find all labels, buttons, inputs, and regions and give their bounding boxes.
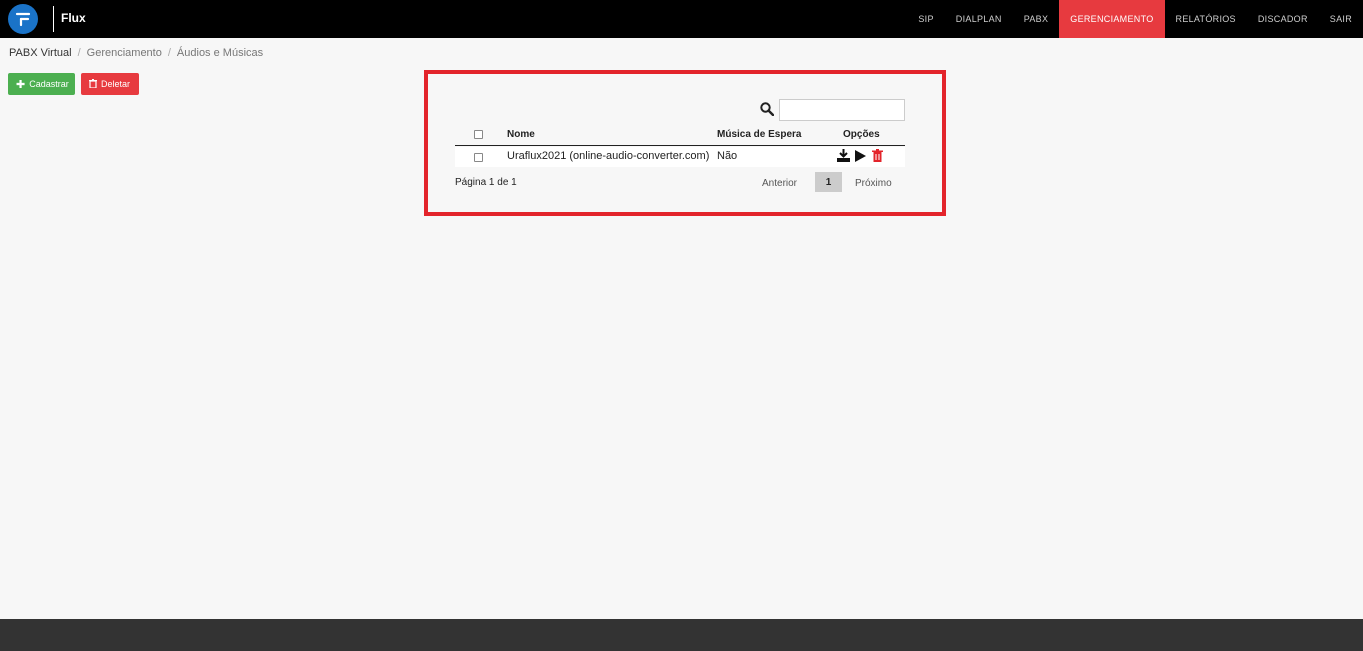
delete-button[interactable]: Deletar xyxy=(81,73,139,95)
breadcrumb-item-gerenciamento[interactable]: Gerenciamento xyxy=(87,47,162,59)
flux-logo-icon[interactable] xyxy=(8,4,38,34)
select-all-checkbox[interactable] xyxy=(474,130,483,139)
top-navbar: Flux SIP DIALPLAN PABX GERENCIAMENTO REL… xyxy=(0,0,1363,38)
pagination-info: Página 1 de 1 xyxy=(455,177,517,188)
breadcrumb-separator: / xyxy=(167,47,171,59)
row-hold-music: Não xyxy=(717,150,738,162)
add-button[interactable]: ✚ Cadastrar xyxy=(8,73,75,95)
column-header-musica-espera[interactable]: Música de Espera xyxy=(717,129,801,140)
nav-item-sair[interactable]: SAIR xyxy=(1319,0,1363,38)
breadcrumb: PABX Virtual / Gerenciamento / Áudios e … xyxy=(9,47,263,59)
column-header-opcoes: Opções xyxy=(843,129,880,140)
footer-bar xyxy=(0,619,1363,651)
add-button-label: Cadastrar xyxy=(29,79,69,89)
trash-icon[interactable] xyxy=(872,149,883,165)
pagination-page-current[interactable]: 1 xyxy=(815,172,842,192)
nav-item-sip[interactable]: SIP xyxy=(907,0,944,38)
breadcrumb-item-audios: Áudios e Músicas xyxy=(176,47,264,59)
search-icon xyxy=(760,102,775,121)
column-header-nome[interactable]: Nome xyxy=(507,129,535,140)
table-row: Uraflux2021 (online-audio-converter.com)… xyxy=(455,147,905,167)
delete-button-label: Deletar xyxy=(101,79,131,89)
table-header: Nome Música de Espera Opções xyxy=(455,126,905,146)
search-input[interactable] xyxy=(779,99,905,121)
row-name: Uraflux2021 (online-audio-converter.com) xyxy=(507,150,710,162)
nav-item-gerenciamento[interactable]: GERENCIAMENTO xyxy=(1059,0,1165,38)
nav-item-dialplan[interactable]: DIALPLAN xyxy=(945,0,1013,38)
plus-icon: ✚ xyxy=(16,78,26,91)
main-nav: SIP DIALPLAN PABX GERENCIAMENTO RELATÓRI… xyxy=(907,0,1363,38)
play-icon[interactable] xyxy=(855,150,866,165)
breadcrumb-separator: / xyxy=(77,47,81,59)
breadcrumb-item-pabx-virtual[interactable]: PABX Virtual xyxy=(9,47,72,59)
nav-item-discador[interactable]: DISCADOR xyxy=(1247,0,1319,38)
pagination-previous[interactable]: Anterior xyxy=(762,178,797,189)
brand-name: Flux xyxy=(61,11,86,25)
row-checkbox[interactable] xyxy=(474,153,483,162)
download-icon[interactable] xyxy=(837,149,850,165)
nav-item-pabx[interactable]: PABX xyxy=(1013,0,1060,38)
nav-item-relatorios[interactable]: RELATÓRIOS xyxy=(1165,0,1247,38)
pagination-next[interactable]: Próximo xyxy=(855,178,892,189)
trash-icon xyxy=(89,78,97,90)
brand-divider xyxy=(53,6,54,32)
